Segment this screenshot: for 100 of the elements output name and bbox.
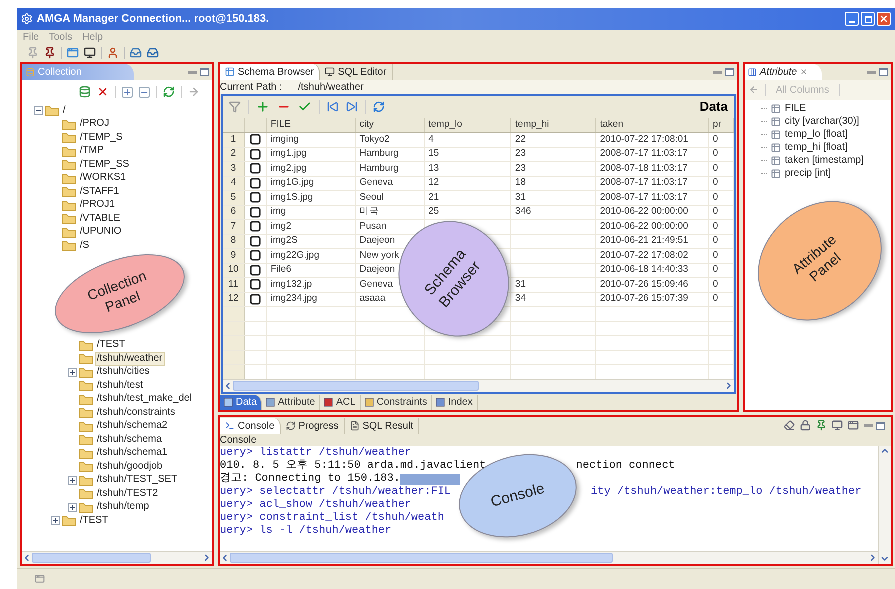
attribute-item[interactable]: precip [int]	[785, 166, 832, 181]
minimize-icon[interactable]	[867, 70, 876, 74]
expand-icon[interactable]	[68, 476, 77, 485]
tree-item[interactable]: /UPUNIO	[79, 226, 123, 238]
last-page-icon[interactable]	[346, 101, 358, 113]
scroll-up-icon[interactable]	[880, 446, 890, 456]
view-tab[interactable]: Index	[432, 394, 478, 410]
column-header[interactable]: taken	[600, 118, 624, 132]
checkbox[interactable]	[250, 221, 261, 232]
tree-item[interactable]: /tshuh/schema2	[96, 420, 169, 432]
minimize-button[interactable]	[845, 12, 859, 26]
scroll-left-icon[interactable]	[22, 553, 32, 563]
tree-item[interactable]: /tshuh/test	[96, 380, 144, 392]
tree-item[interactable]: /TMP	[79, 145, 105, 158]
maximize-button[interactable]	[861, 12, 875, 26]
console-tab[interactable]: SQL Result	[344, 418, 420, 434]
tree-item[interactable]: /WORKS1	[79, 172, 128, 184]
checkbox[interactable]	[250, 236, 261, 247]
checkbox[interactable]	[250, 134, 261, 146]
console-tab[interactable]: Progress	[280, 418, 345, 434]
expand-icon[interactable]	[122, 86, 133, 98]
tree-item[interactable]: /tshuh/temp	[96, 501, 150, 514]
checkbox[interactable]	[250, 192, 261, 204]
column-header[interactable]: temp_lo	[428, 118, 462, 132]
tree-item[interactable]: /tshuh/TEST_SET	[96, 474, 179, 486]
attribute-item[interactable]: temp_lo [float]	[785, 127, 848, 142]
tree-item[interactable]: /tshuh/goodjob	[96, 460, 164, 473]
tree-item[interactable]: /tshuh/schema	[96, 434, 164, 446]
editor-tab[interactable]: Schema Browser	[220, 64, 320, 80]
scrollbar[interactable]	[223, 379, 734, 392]
first-page-icon[interactable]	[327, 101, 339, 113]
view-tab[interactable]: Constraints	[360, 394, 432, 410]
tree-item[interactable]: /	[62, 104, 67, 117]
minimize-icon[interactable]	[188, 70, 197, 74]
tree-item[interactable]: /PROJ	[79, 118, 110, 130]
panel-tab[interactable]: Attribute	[745, 64, 822, 80]
attribute-item[interactable]: taken [timestamp]	[785, 153, 864, 168]
refresh-icon[interactable]	[163, 86, 175, 98]
scrollbar[interactable]	[878, 446, 891, 564]
column-header[interactable]: FILE	[270, 118, 291, 132]
scroll-right-icon[interactable]	[202, 553, 212, 563]
back-icon[interactable]	[749, 85, 759, 95]
tree-item[interactable]: /TEMP_SS	[79, 158, 130, 171]
person-icon[interactable]	[107, 47, 119, 59]
tree-item[interactable]: /tshuh/constraints	[96, 406, 176, 419]
view-tab[interactable]: ACL	[320, 394, 361, 410]
column-header[interactable]: temp_hi	[515, 118, 550, 132]
tree-item[interactable]: /TEST	[96, 339, 126, 352]
scroll-down-icon[interactable]	[880, 554, 890, 564]
tree-item[interactable]: /tshuh/TEST2	[96, 488, 160, 500]
scroll-right-icon[interactable]	[868, 553, 878, 563]
lock-icon[interactable]	[800, 420, 811, 431]
view-tab[interactable]: Data	[220, 394, 262, 410]
pin-icon[interactable]	[44, 47, 56, 59]
monitor-icon[interactable]	[832, 420, 843, 431]
arrow-icon[interactable]	[188, 86, 200, 98]
collapse-icon[interactable]	[34, 106, 43, 116]
checkbox[interactable]	[250, 294, 261, 305]
checkbox[interactable]	[250, 250, 261, 262]
checkbox[interactable]	[250, 279, 261, 290]
maximize-icon[interactable]	[879, 68, 888, 76]
close-icon[interactable]	[800, 68, 808, 76]
checkbox[interactable]	[250, 264, 261, 276]
maximize-icon[interactable]	[725, 68, 734, 76]
database-icon[interactable]	[79, 86, 91, 98]
scroll-right-icon[interactable]	[724, 381, 734, 391]
minimize-icon[interactable]	[864, 423, 873, 428]
monitor-icon[interactable]	[84, 47, 96, 59]
window-icon[interactable]	[848, 420, 859, 431]
tree-item[interactable]: /S	[79, 240, 90, 252]
scroll-left-icon[interactable]	[220, 553, 230, 563]
plus-icon[interactable]	[256, 100, 270, 114]
tree-item[interactable]: /tshuh/cities	[96, 366, 151, 378]
tree-item[interactable]: /TEST	[79, 514, 110, 527]
checkbox[interactable]	[250, 148, 261, 160]
scrollbar-thumb[interactable]	[32, 553, 151, 563]
tree-item[interactable]: /tshuh/schema1	[96, 447, 169, 460]
collapse-icon[interactable]	[139, 86, 150, 98]
tray-icon[interactable]	[130, 47, 142, 59]
console-tab[interactable]: Console	[220, 418, 281, 434]
tree-item[interactable]: /tshuh/weather	[96, 352, 164, 365]
tree-item[interactable]: /STAFF1	[79, 186, 120, 198]
attribute-item[interactable]: city [varchar(30)]	[785, 114, 860, 129]
tray-icon[interactable]	[147, 47, 159, 59]
window-icon[interactable]	[67, 47, 79, 59]
scrollbar-thumb[interactable]	[230, 553, 613, 563]
tree-item[interactable]: /TEMP_S	[79, 132, 124, 144]
minimize-icon[interactable]	[713, 70, 722, 74]
pin-icon[interactable]	[816, 420, 827, 431]
scrollbar[interactable]	[22, 551, 212, 564]
scrollbar-thumb[interactable]	[233, 381, 478, 391]
tree-item[interactable]: /tshuh/test_make_del	[96, 393, 194, 406]
scrollbar[interactable]	[220, 551, 878, 564]
refresh-icon[interactable]	[373, 101, 385, 113]
expand-icon[interactable]	[68, 368, 77, 377]
maximize-icon[interactable]	[200, 68, 209, 76]
scroll-left-icon[interactable]	[223, 381, 233, 391]
column-header[interactable]: pr	[713, 118, 722, 132]
view-tab[interactable]: Attribute	[262, 394, 320, 410]
expand-icon[interactable]	[68, 502, 77, 512]
